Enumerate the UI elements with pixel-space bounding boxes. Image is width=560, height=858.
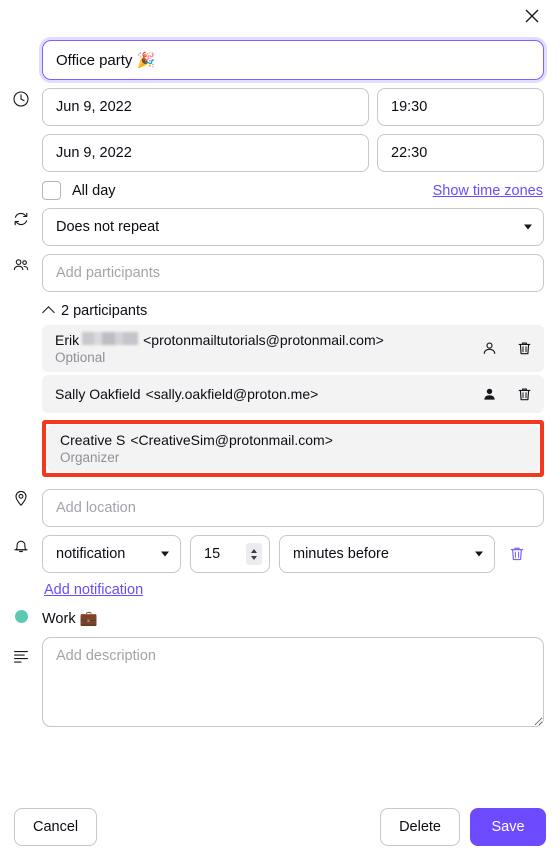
participants-list: Erik <protonmailtutorials@protonmail.com… bbox=[42, 325, 544, 479]
annotation-highlight-box: Creative S <CreativeSim@protonmail.com> … bbox=[42, 420, 544, 477]
participant-email: <sally.oakfield@proton.me> bbox=[145, 386, 319, 402]
chevron-up-icon bbox=[42, 306, 55, 319]
add-participants-input[interactable] bbox=[42, 254, 544, 292]
location-input[interactable] bbox=[42, 489, 544, 527]
description-row bbox=[0, 627, 560, 731]
participant-role: Optional bbox=[55, 350, 106, 365]
people-icon bbox=[0, 246, 42, 274]
recurrence-row: Does not repeat bbox=[0, 200, 560, 246]
title-bar bbox=[0, 0, 560, 32]
participant-email: <protonmailtutorials@protonmail.com> bbox=[143, 332, 384, 348]
participant-role: Organizer bbox=[60, 450, 120, 465]
person-filled-icon[interactable] bbox=[481, 386, 498, 403]
delete-notification-icon[interactable] bbox=[508, 545, 526, 563]
location-pin-icon bbox=[0, 479, 42, 507]
participants-row: 2 participants Erik <protonmailtutorials… bbox=[0, 246, 560, 479]
participant-info: Sally Oakfield <sally.oakfield@proton.me… bbox=[55, 386, 471, 402]
participants-count-label: 2 participants bbox=[61, 303, 148, 319]
participant-actions bbox=[471, 386, 533, 403]
save-button[interactable]: Save bbox=[470, 808, 546, 846]
redacted-name-block bbox=[82, 332, 139, 345]
participant-name-text: Creative S bbox=[60, 432, 126, 448]
delete-button[interactable]: Delete bbox=[380, 808, 460, 846]
quantity-stepper[interactable] bbox=[246, 543, 262, 565]
recurrence-select[interactable]: Does not repeat bbox=[42, 208, 544, 246]
repeat-icon bbox=[0, 200, 42, 228]
stepper-down-icon[interactable] bbox=[251, 555, 257, 560]
notification-type-wrap: notification bbox=[42, 535, 181, 573]
description-lines-icon bbox=[0, 627, 42, 665]
add-notification-link[interactable]: Add notification bbox=[42, 573, 143, 598]
footer-actions: Cancel Delete Save bbox=[0, 796, 560, 858]
recurrence-select-wrap: Does not repeat bbox=[42, 208, 544, 246]
event-title-row bbox=[0, 32, 560, 80]
participant-name: Creative S <CreativeSim@protonmail.com> bbox=[60, 432, 528, 448]
notification-when-select[interactable]: minutes before bbox=[279, 535, 495, 573]
person-outline-icon[interactable] bbox=[481, 340, 498, 357]
show-time-zones-link[interactable]: Show time zones bbox=[433, 183, 543, 199]
participant-row-organizer[interactable]: Creative S <CreativeSim@protonmail.com> … bbox=[47, 425, 539, 472]
participant-info: Erik <protonmailtutorials@protonmail.com… bbox=[55, 332, 471, 365]
description-textarea[interactable] bbox=[42, 637, 544, 727]
calendar-name: Work 💼 bbox=[42, 611, 98, 627]
end-time-input[interactable] bbox=[377, 134, 544, 172]
notification-type-select[interactable]: notification bbox=[42, 535, 181, 573]
participant-row[interactable]: Sally Oakfield <sally.oakfield@proton.me… bbox=[42, 375, 544, 413]
participant-row[interactable]: Erik <protonmailtutorials@protonmail.com… bbox=[42, 325, 544, 372]
end-date-input[interactable] bbox=[42, 134, 369, 172]
start-date-input[interactable] bbox=[42, 88, 369, 126]
notification-controls: notification minutes before bbox=[42, 527, 544, 573]
all-day-checkbox[interactable] bbox=[42, 181, 61, 200]
trash-icon[interactable] bbox=[516, 386, 533, 403]
participant-email: <CreativeSim@protonmail.com> bbox=[130, 432, 333, 448]
cancel-button[interactable]: Cancel bbox=[14, 808, 98, 846]
notification-when-wrap: minutes before bbox=[279, 535, 495, 573]
trash-icon[interactable] bbox=[516, 340, 533, 357]
event-title-input[interactable] bbox=[42, 40, 544, 80]
start-time-input[interactable] bbox=[377, 88, 544, 126]
participant-actions bbox=[471, 340, 533, 357]
participant-name-text: Sally Oakfield bbox=[55, 386, 141, 402]
schedule-row: All day Show time zones bbox=[0, 80, 560, 200]
participant-info: Creative S <CreativeSim@protonmail.com> … bbox=[60, 432, 528, 465]
notification-amount-wrap bbox=[190, 535, 270, 573]
close-icon[interactable] bbox=[518, 2, 546, 30]
notification-row: notification minutes before bbox=[0, 527, 560, 598]
bell-icon bbox=[0, 527, 42, 555]
participant-name-text: Erik bbox=[55, 332, 80, 348]
stepper-up-icon[interactable] bbox=[251, 548, 257, 553]
participant-name: Erik <protonmailtutorials@protonmail.com… bbox=[55, 332, 471, 348]
clock-icon bbox=[0, 80, 42, 108]
location-row bbox=[0, 479, 560, 527]
datetime-grid bbox=[42, 88, 544, 172]
participant-name: Sally Oakfield <sally.oakfield@proton.me… bbox=[55, 386, 471, 402]
all-day-label: All day bbox=[72, 182, 116, 199]
all-day-row: All day Show time zones bbox=[42, 172, 544, 200]
calendar-color-dot bbox=[0, 598, 42, 623]
calendar-row: Work 💼 bbox=[0, 598, 560, 627]
participants-collapse-toggle[interactable]: 2 participants bbox=[42, 292, 147, 325]
